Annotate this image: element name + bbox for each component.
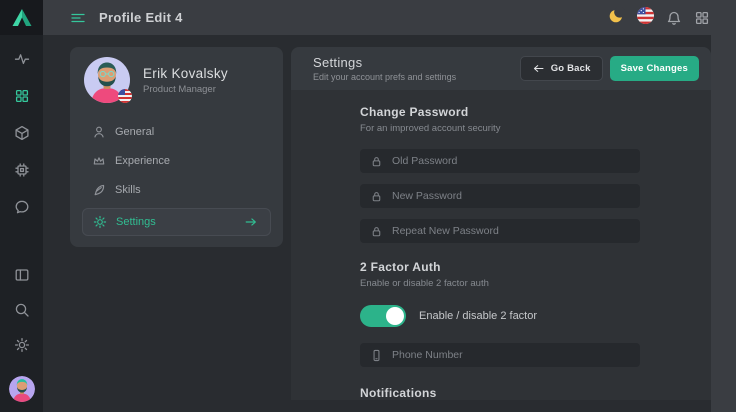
repeat-password-input[interactable] xyxy=(392,225,630,237)
crown-icon xyxy=(92,154,106,168)
notifications-section-title: Notifications xyxy=(360,386,711,400)
activity-icon[interactable] xyxy=(14,51,30,67)
bell-icon[interactable] xyxy=(666,10,682,26)
arrow-right-icon xyxy=(244,215,258,229)
two-factor-section-title: 2 Factor Auth xyxy=(360,260,711,274)
settings-subtitle: Edit your account prefs and settings xyxy=(313,72,456,82)
password-section-subtitle: For an improved account security xyxy=(360,123,711,134)
two-factor-section-subtitle: Enable or disable 2 factor auth xyxy=(360,278,711,289)
lock-icon xyxy=(370,155,383,168)
page-title: Profile Edit 4 xyxy=(99,10,183,25)
go-back-button[interactable]: Go Back xyxy=(520,56,603,81)
settings-panel: Settings Edit your account prefs and set… xyxy=(291,47,711,400)
phone-number-field[interactable] xyxy=(360,343,640,367)
user-avatar[interactable] xyxy=(9,376,35,402)
user-avatar-image xyxy=(9,376,35,402)
menu-item-general[interactable]: General xyxy=(70,117,283,146)
phone-icon xyxy=(370,349,383,362)
profile-identity: Erik Kovalsky Product Manager xyxy=(143,66,228,95)
phone-number-input[interactable] xyxy=(392,349,630,361)
save-changes-button[interactable]: Save Changes xyxy=(610,56,699,81)
new-password-field[interactable] xyxy=(360,184,640,208)
two-factor-toggle-label: Enable / disable 2 factor xyxy=(419,310,537,322)
chat-icon[interactable] xyxy=(14,199,30,215)
cpu-icon[interactable] xyxy=(14,162,30,178)
menu-item-label: Settings xyxy=(116,216,156,228)
gear-icon[interactable] xyxy=(14,337,30,353)
lock-icon xyxy=(370,225,383,238)
settings-header: Settings Edit your account prefs and set… xyxy=(291,47,711,90)
go-back-label: Go Back xyxy=(551,63,591,74)
old-password-input[interactable] xyxy=(392,155,630,167)
triangle-logo-icon xyxy=(11,8,33,27)
menu-item-settings[interactable]: Settings xyxy=(82,208,271,236)
settings-body: Change Password For an improved account … xyxy=(291,90,711,400)
two-factor-toggle[interactable] xyxy=(360,305,406,327)
password-section-title: Change Password xyxy=(360,105,711,119)
password-fields xyxy=(360,149,640,243)
gear-icon xyxy=(93,215,107,229)
profile-name: Erik Kovalsky xyxy=(143,66,228,81)
save-changes-label: Save Changes xyxy=(621,63,688,74)
menu-item-skills[interactable]: Skills xyxy=(70,175,283,204)
sidebar xyxy=(0,0,43,412)
layout-panel-icon[interactable] xyxy=(14,267,30,283)
feather-icon xyxy=(92,183,106,197)
app-logo[interactable] xyxy=(0,0,43,35)
two-factor-toggle-row: Enable / disable 2 factor xyxy=(360,305,711,327)
settings-title: Settings xyxy=(313,55,456,70)
settings-heading: Settings Edit your account prefs and set… xyxy=(313,55,456,82)
phone-field-wrap xyxy=(360,343,640,367)
avatar-flag-badge-icon xyxy=(118,89,132,103)
sidebar-nav xyxy=(14,51,30,215)
hamburger-menu-icon[interactable] xyxy=(70,10,86,26)
profile-role: Product Manager xyxy=(143,84,228,95)
modules-grid-icon[interactable] xyxy=(14,88,30,104)
repeat-password-field[interactable] xyxy=(360,219,640,243)
profile-card: Erik Kovalsky Product Manager General Ex… xyxy=(70,47,283,247)
old-password-field[interactable] xyxy=(360,149,640,173)
arrow-left-icon xyxy=(532,62,545,75)
profile-avatar xyxy=(84,57,130,103)
toggle-knob xyxy=(386,307,404,325)
main-area: Erik Kovalsky Product Manager General Ex… xyxy=(43,35,736,412)
settings-actions: Go Back Save Changes xyxy=(520,56,699,81)
menu-item-label: Experience xyxy=(115,155,170,167)
topbar-actions xyxy=(608,7,710,29)
lock-icon xyxy=(370,190,383,203)
moon-icon[interactable] xyxy=(608,7,625,29)
menu-item-label: General xyxy=(115,126,154,138)
apps-grid-icon[interactable] xyxy=(694,10,710,26)
search-icon[interactable] xyxy=(14,302,30,318)
content-area: Erik Kovalsky Product Manager General Ex… xyxy=(43,35,711,412)
person-icon xyxy=(92,125,106,139)
menu-item-experience[interactable]: Experience xyxy=(70,146,283,175)
menu-item-label: Skills xyxy=(115,184,141,196)
profile-menu: General Experience Skills Settings xyxy=(70,117,283,236)
sidebar-footer xyxy=(9,267,35,412)
us-flag-icon[interactable] xyxy=(637,7,654,29)
profile-header: Erik Kovalsky Product Manager xyxy=(70,47,283,103)
package-icon[interactable] xyxy=(14,125,30,141)
topbar: Profile Edit 4 xyxy=(43,0,736,35)
new-password-input[interactable] xyxy=(392,190,630,202)
